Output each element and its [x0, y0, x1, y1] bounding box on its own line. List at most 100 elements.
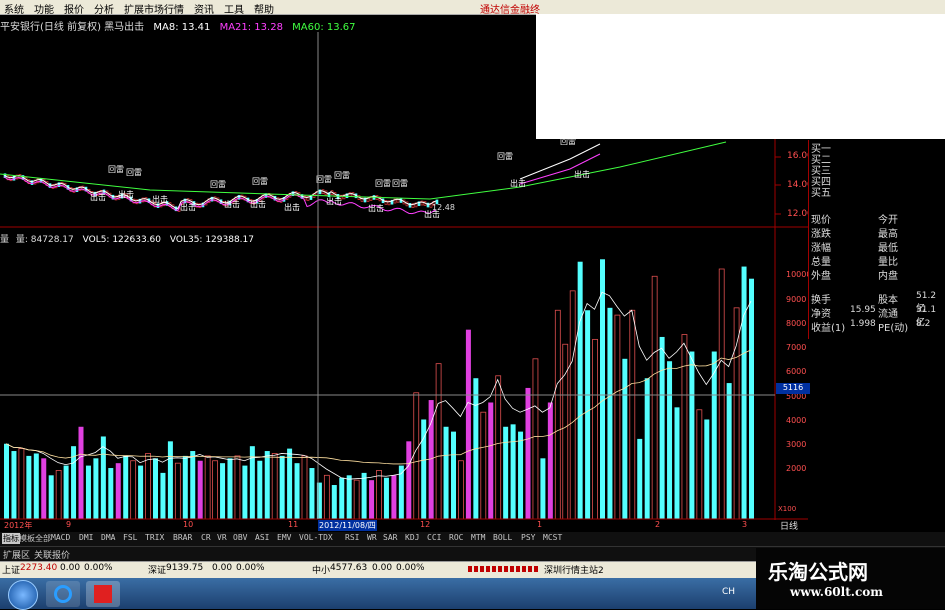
- indicator-tab[interactable]: EMV: [276, 533, 292, 542]
- volume-bar: [644, 378, 650, 519]
- quote-label: 最高: [878, 229, 898, 240]
- sell-signal-label: 出击: [250, 199, 266, 209]
- sell-signal-label: 出击: [326, 196, 342, 206]
- ma60-label: MA60: 13.67: [292, 22, 356, 33]
- buy-signal-label: 回雷: [210, 180, 226, 189]
- start-button-icon[interactable]: [8, 580, 38, 610]
- server-name: 深圳行情主站2: [544, 566, 604, 576]
- volume-panel: [4, 259, 754, 520]
- date-tick: 11: [288, 520, 299, 529]
- indicator-tab[interactable]: PSY: [520, 533, 536, 542]
- indicator-tab[interactable]: BRAR: [172, 533, 193, 542]
- volume-unit: X100: [778, 505, 797, 513]
- volume-bar: [667, 361, 673, 519]
- indicator-tab[interactable]: DMA: [100, 533, 116, 542]
- date-tick: 9: [66, 520, 72, 529]
- volume-bar: [718, 268, 725, 520]
- volume-bar: [138, 465, 144, 519]
- ie-taskbar-icon[interactable]: [46, 581, 80, 607]
- watermark-title: 乐淘公式网: [768, 560, 868, 584]
- volume-bar: [622, 358, 628, 519]
- volume-bar: [11, 451, 17, 519]
- connection-indicator: [468, 566, 538, 572]
- volume-bar: [271, 453, 278, 520]
- tdx-taskbar-icon[interactable]: [86, 581, 120, 607]
- quote-label: 内盘: [878, 271, 898, 282]
- volume-bar: [465, 329, 471, 519]
- volume-bar: [353, 479, 360, 520]
- indicator-tab[interactable]: CCI: [426, 533, 442, 542]
- volume-bar: [26, 455, 32, 519]
- watermark-url: www.60lt.com: [790, 585, 883, 599]
- price-low-label: 12.48: [432, 203, 455, 212]
- input-language[interactable]: CH: [722, 587, 735, 597]
- indicator-tab[interactable]: VOL-TDX: [298, 533, 334, 542]
- quote-label: 最低: [878, 243, 898, 254]
- indicator-tab[interactable]: BOLL: [492, 533, 513, 542]
- volume-bar: [108, 468, 114, 519]
- volume-bar: [309, 468, 315, 519]
- indicator-tab[interactable]: TRIX: [144, 533, 165, 542]
- indicator-tab[interactable]: MCST: [542, 533, 563, 542]
- vol5-value: VOL5: 122633.60: [82, 235, 161, 245]
- volume-bar: [100, 436, 106, 519]
- volume-bar: [614, 314, 621, 520]
- indicator-tab[interactable]: VR: [216, 533, 228, 542]
- volume-bar: [406, 441, 412, 519]
- buy-signal-label: 回雷: [392, 179, 408, 188]
- date-tick: 12: [420, 520, 431, 529]
- indicator-tab[interactable]: ROC: [448, 533, 464, 542]
- quote-label: 涨幅: [811, 243, 831, 254]
- volume-tick: 2000: [786, 464, 807, 474]
- order-book-row: 买五: [811, 188, 831, 199]
- buy-signal-label: 回雷: [334, 171, 350, 180]
- fund-label: 流通: [878, 309, 898, 320]
- volume-bar: [391, 475, 397, 519]
- sz-value: 9139.75: [166, 563, 204, 573]
- volume-tick: 9000: [786, 294, 807, 304]
- indicator-tab[interactable]: KDJ: [404, 533, 420, 542]
- date-tick: 3: [742, 520, 748, 529]
- volume-bar: [741, 266, 747, 519]
- volume-bar: [85, 465, 91, 519]
- volume-bar: [637, 438, 643, 519]
- volume-bar: [361, 472, 367, 519]
- volume-bar: [696, 409, 703, 520]
- zx-pct: 0.00%: [396, 563, 425, 573]
- buy-signal-label: 回雷: [252, 177, 268, 186]
- period-label[interactable]: 日线: [780, 519, 798, 532]
- volume-bar: [592, 338, 598, 520]
- volume-bar: [227, 458, 233, 519]
- volume-bar: [48, 475, 54, 519]
- indicator-tab[interactable]: WR: [366, 533, 378, 542]
- indicator-tab[interactable]: ASI: [254, 533, 270, 542]
- zx-label: 中小: [312, 566, 331, 576]
- fund-value: 8.2: [916, 319, 931, 329]
- volume-bar: [212, 460, 219, 520]
- volume-bar: [369, 480, 375, 519]
- indicator-tab[interactable]: OBV: [232, 533, 248, 542]
- volume-bar: [174, 462, 181, 520]
- tab-related-quote[interactable]: 关联报价: [34, 548, 70, 561]
- indicator-tab[interactable]: DMI: [78, 533, 94, 542]
- volume-bar: [197, 460, 203, 519]
- volume-bar: [525, 387, 531, 519]
- sell-signal-label: 出击: [118, 189, 134, 199]
- sh-value: 2273.40: [20, 563, 58, 573]
- fund-label: PE(动): [878, 323, 909, 334]
- volume-bar: [569, 290, 576, 520]
- indicator-tab[interactable]: CR: [200, 533, 212, 542]
- volume-bar: [651, 275, 658, 520]
- indicator-tab[interactable]: FSL: [122, 533, 138, 542]
- volume-bar: [294, 463, 300, 519]
- ma21-label: MA21: 13.28: [219, 22, 283, 33]
- indicator-tab[interactable]: SAR: [382, 533, 398, 542]
- indicator-tab[interactable]: RSI: [344, 533, 360, 542]
- sell-signal-label: 出击: [90, 192, 106, 202]
- sh-pct: 0.00%: [84, 563, 113, 573]
- indicator-tab[interactable]: MTM: [470, 533, 486, 542]
- tab-extension-area[interactable]: 扩展区: [3, 548, 30, 561]
- indicator-tab[interactable]: MACD: [50, 533, 71, 542]
- quote-label: 涨跌: [811, 229, 831, 240]
- volume-bar: [749, 278, 754, 519]
